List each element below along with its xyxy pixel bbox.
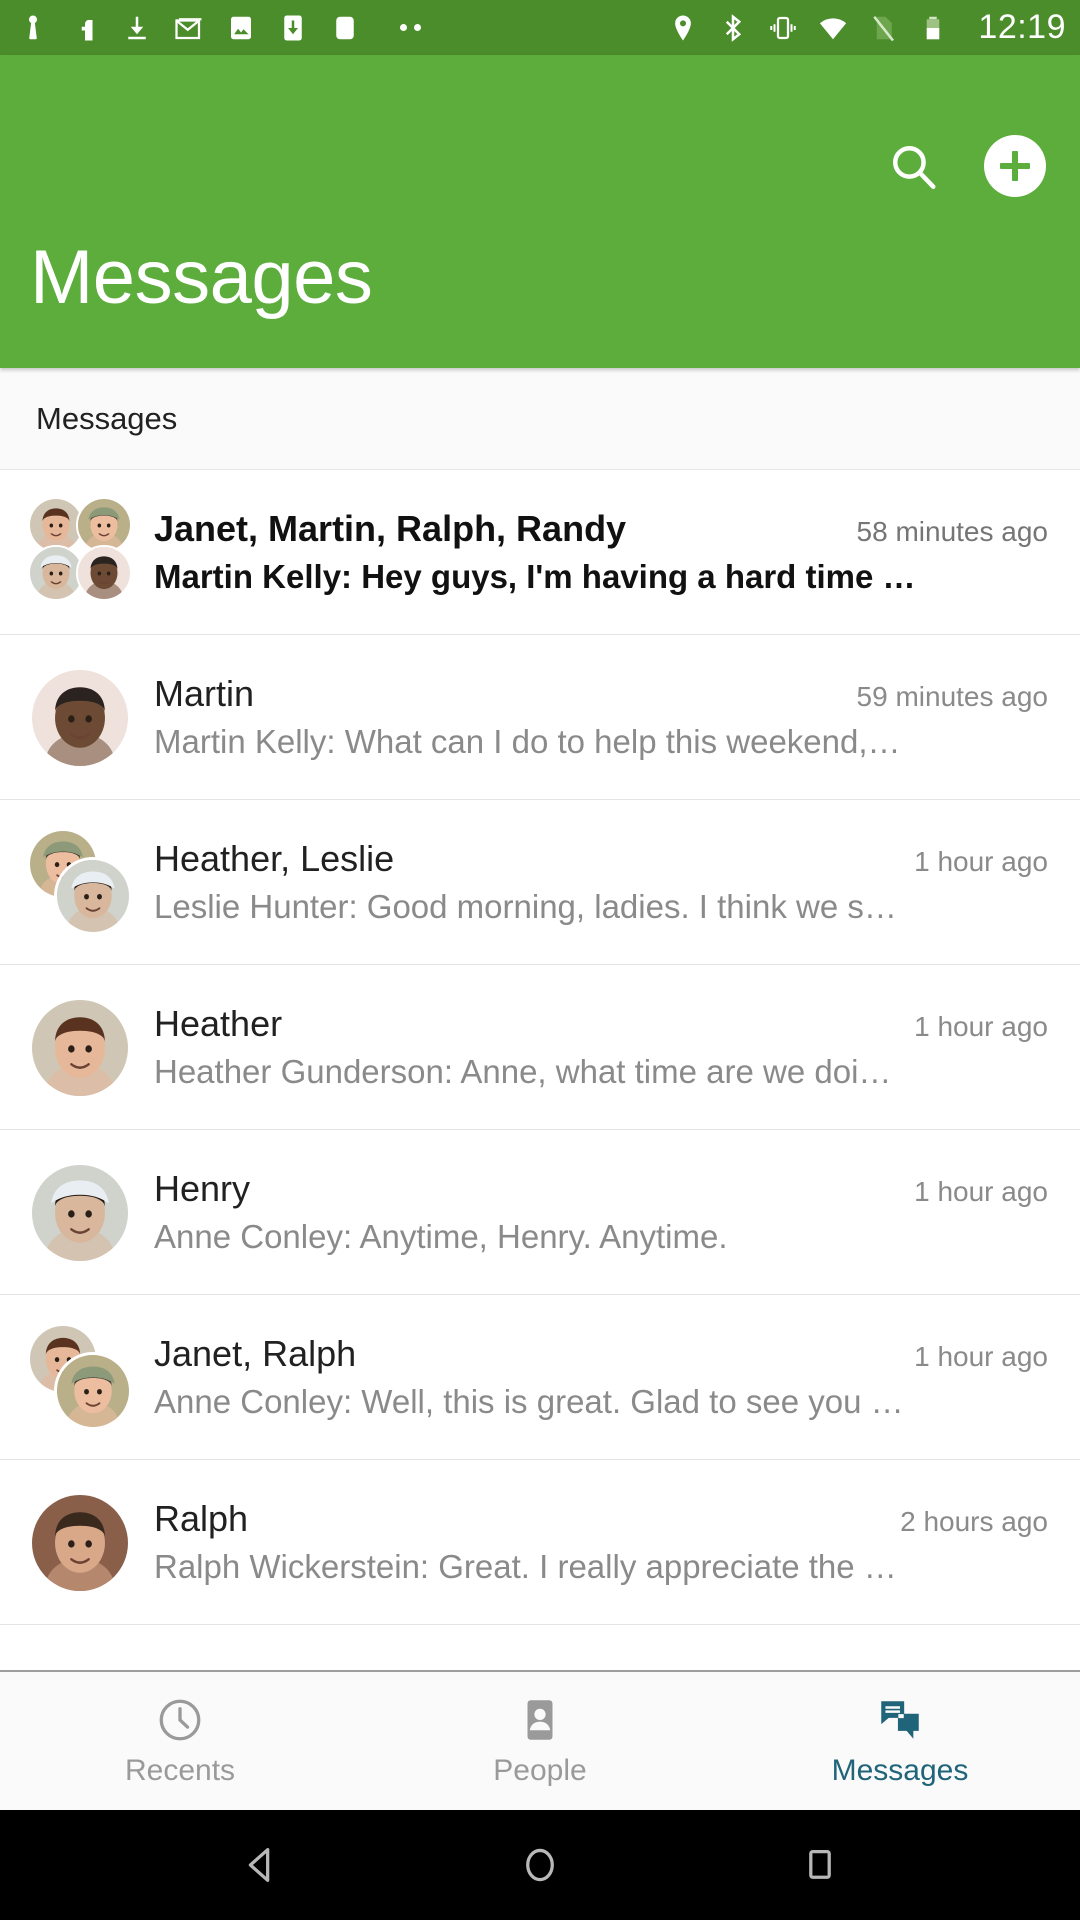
avatar-face [32, 1000, 128, 1096]
app-bar: Messages [0, 55, 1080, 368]
chat-icon [874, 1694, 926, 1746]
avatar [28, 662, 132, 772]
photos-icon [226, 12, 256, 44]
section-header: Messages [0, 368, 1080, 470]
avatar [28, 1487, 132, 1597]
more-notifications-dots [360, 24, 668, 31]
wifi-icon [818, 12, 848, 44]
conversation-title: Henry [154, 1168, 251, 1209]
location-icon [668, 12, 698, 44]
tab-messages-label: Messages [831, 1754, 969, 1787]
app-download-icon [278, 12, 308, 44]
search-button[interactable] [882, 135, 944, 197]
vibrate-icon [768, 12, 798, 44]
avatar [28, 827, 132, 937]
new-conversation-button[interactable] [984, 135, 1046, 197]
conversation-timestamp: 58 minutes ago [856, 516, 1048, 547]
conversation-top-line: Ralph 2 hours ago [154, 1498, 1048, 1540]
gmail-icon [174, 12, 204, 44]
tab-recents-label: Recents [124, 1754, 236, 1787]
battery-icon [918, 12, 948, 44]
conversation-row[interactable]: Heather, Leslie 1 hour ago Leslie Hunter: … [0, 800, 1080, 965]
conversation-title: Martin [154, 673, 255, 714]
conversation-top-line: Heather, Leslie 1 hour ago [154, 838, 1048, 880]
avatar-face [32, 1165, 128, 1261]
conversation-preview: Heather Gunderson: Anne, what time are w… [154, 1053, 892, 1090]
conversation-preview: Anne Conley: Well, this is great. Glad t… [154, 1383, 904, 1420]
conversation-title: Janet, Ralph [154, 1333, 357, 1374]
tab-messages[interactable]: Messages [720, 1672, 1080, 1810]
conversation-timestamp: 2 hours ago [900, 1506, 1048, 1537]
conversation-row[interactable]: Janet, Ralph 1 hour ago Anne Conley: Well,… [0, 1295, 1080, 1460]
tab-people-label: People [493, 1754, 587, 1787]
avatar [28, 497, 132, 607]
conversation-timestamp: 1 hour ago [914, 1011, 1048, 1042]
avatar-face [54, 1352, 132, 1430]
conversation-body: Heather, Leslie 1 hour ago Leslie Hunter: … [154, 838, 1048, 926]
tab-people[interactable]: People [360, 1672, 720, 1810]
contact-icon [514, 1694, 566, 1746]
section-header-label: Messages [36, 400, 178, 436]
conversation-body: Janet, Martin, Ralph, Randy 58 minutes ag… [154, 508, 1048, 596]
home-button[interactable] [500, 1825, 580, 1905]
conversation-body: Martin 59 minutes ago Martin Kelly: What c… [154, 673, 1048, 761]
avatar-face [76, 545, 132, 601]
conversation-row[interactable]: Martin 59 minutes ago Martin Kelly: What c… [0, 635, 1080, 800]
avatar [28, 992, 132, 1102]
conversation-timestamp: 1 hour ago [914, 1341, 1048, 1372]
conversation-top-line: Heather 1 hour ago [154, 1003, 1048, 1045]
conversation-timestamp: 59 minutes ago [856, 681, 1048, 712]
conversation-title: Janet, Martin, Ralph, Randy [154, 508, 627, 549]
conversation-row[interactable]: Ralph 2 hours ago Ralph Wickerstein: Great… [0, 1460, 1080, 1625]
status-bar: 12:19 [0, 0, 1080, 55]
status-bar-notification-icons [18, 12, 360, 44]
keyguard-icon [18, 12, 48, 44]
clock-icon [154, 1694, 206, 1746]
status-bar-system-icons: 12:19 [668, 8, 1066, 47]
conversation-timestamp: 1 hour ago [914, 846, 1048, 877]
conversation-title: Heather [154, 1003, 283, 1044]
avatar [28, 1157, 132, 1267]
recent-apps-button[interactable] [780, 1825, 860, 1905]
bluetooth-icon [718, 12, 748, 44]
conversation-title: Heather, Leslie [154, 838, 395, 879]
page-title: Messages [30, 235, 373, 320]
conversation-row[interactable]: Henry 1 hour ago Anne Conley: Anytime, Hen… [0, 1130, 1080, 1295]
app-bar-actions [882, 135, 1046, 197]
conversation-body: Henry 1 hour ago Anne Conley: Anytime, Hen… [154, 1168, 1048, 1256]
conversation-body: Heather 1 hour ago Heather Gunderson: Anne… [154, 1003, 1048, 1091]
back-button[interactable] [220, 1825, 300, 1905]
generic-notification-icon [330, 12, 360, 44]
status-bar-clock: 12:19 [978, 8, 1066, 46]
phone-screen: 12:19 Messages Messages Janet, Martin, R… [0, 0, 1080, 1920]
avatar-face [32, 1495, 128, 1591]
conversation-list[interactable]: Janet, Martin, Ralph, Randy 58 minutes ag… [0, 470, 1080, 1670]
facebook-icon [70, 12, 100, 44]
conversation-timestamp: 1 hour ago [914, 1176, 1048, 1207]
conversation-title: Ralph [154, 1498, 249, 1539]
conversation-body: Janet, Ralph 1 hour ago Anne Conley: Well,… [154, 1333, 1048, 1421]
conversation-preview: Martin Kelly: Hey guys, I'm having a har… [154, 558, 916, 595]
conversation-top-line: Janet, Ralph 1 hour ago [154, 1333, 1048, 1375]
conversation-preview: Ralph Wickerstein: Great. I really appre… [154, 1548, 897, 1585]
no-sim-icon [868, 12, 898, 44]
conversation-preview: Leslie Hunter: Good morning, ladies. I t… [154, 888, 897, 925]
avatar-face [54, 857, 132, 935]
conversation-top-line: Henry 1 hour ago [154, 1168, 1048, 1210]
avatar-face [32, 670, 128, 766]
avatar [28, 1322, 132, 1432]
conversation-preview: Martin Kelly: What can I do to help this… [154, 723, 901, 760]
android-system-nav [0, 1810, 1080, 1920]
conversation-top-line: Janet, Martin, Ralph, Randy 58 minutes ag… [154, 508, 1048, 550]
conversation-row[interactable]: Janet, Martin, Ralph, Randy 58 minutes ag… [0, 470, 1080, 635]
conversation-row[interactable]: Heather 1 hour ago Heather Gunderson: Anne… [0, 965, 1080, 1130]
conversation-top-line: Martin 59 minutes ago [154, 673, 1048, 715]
download-icon [122, 12, 152, 44]
bottom-navigation: Recents People Messages [0, 1670, 1080, 1810]
conversation-body: Ralph 2 hours ago Ralph Wickerstein: Great… [154, 1498, 1048, 1586]
conversation-preview: Anne Conley: Anytime, Henry. Anytime. [154, 1218, 728, 1255]
tab-recents[interactable]: Recents [0, 1672, 360, 1810]
